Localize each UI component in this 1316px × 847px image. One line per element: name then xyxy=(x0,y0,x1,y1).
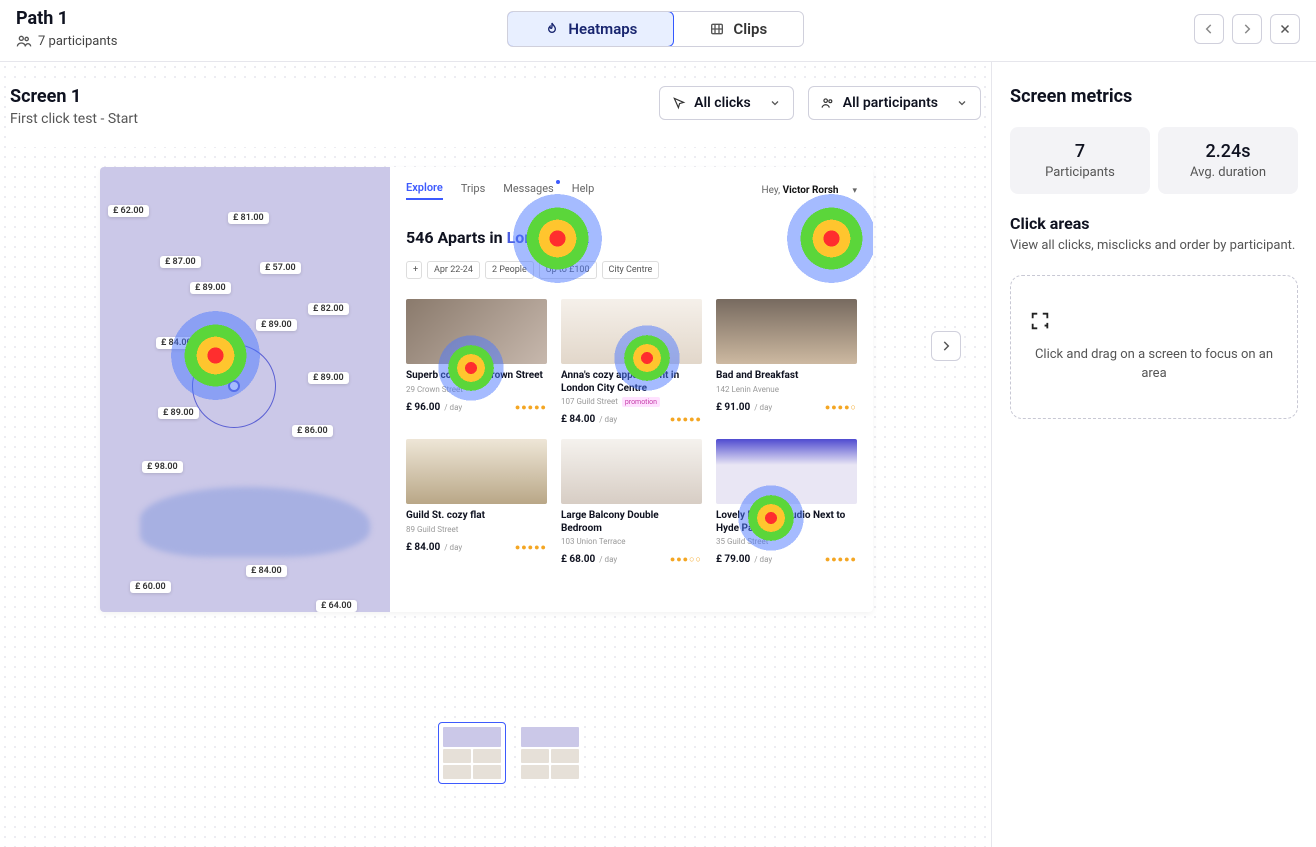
mock-pill: Up to £100 xyxy=(539,261,597,279)
drag-hint-box: Click and drag on a screen to focus on a… xyxy=(1010,275,1298,419)
screen-header: Screen 1 First click test - Start All cl… xyxy=(10,86,981,147)
map-price-chip: £ 99.00 xyxy=(268,507,309,519)
clicks-filter-label: All clicks xyxy=(694,95,751,111)
cursor-icon xyxy=(672,96,686,110)
map-price-chip: £ 89.00 xyxy=(308,372,349,384)
metric-label: Participants xyxy=(1016,165,1144,180)
thumbnail-2[interactable] xyxy=(516,722,584,784)
main-column: Screen 1 First click test - Start All cl… xyxy=(0,62,991,847)
clips-tab[interactable]: Clips xyxy=(673,12,803,46)
mock-card: Anna's cozy appartment in London City Ce… xyxy=(561,299,702,425)
heatmaps-label: Heatmaps xyxy=(568,20,637,38)
fire-icon xyxy=(544,21,560,37)
mock-card: Bad and Breakfast142 Lenin Avenue£ 91.00… xyxy=(716,299,857,425)
mock-map: £ 62.00 £ 81.00 £ 87.00 £ 57.00 £ 89.00 … xyxy=(100,167,390,612)
map-price-chip: £ 98.00 xyxy=(142,461,183,473)
chevron-down-icon xyxy=(769,97,781,109)
drag-hint-text: Click and drag on a screen to focus on a… xyxy=(1029,346,1279,384)
mock-card: Superb condo on Crown Street29 Crown Str… xyxy=(406,299,547,425)
mock-card: Lovely Double Studio Next to Hyde Park H… xyxy=(716,439,857,565)
mock-listing: Explore Trips Messages Help Hey, Victor … xyxy=(390,167,873,612)
map-price-chip: £ 82.00 xyxy=(308,303,349,315)
screen-subtitle: First click test - Start xyxy=(10,111,138,127)
map-price-chip: £ 86.00 xyxy=(292,425,333,437)
participants-line: 7 participants xyxy=(16,33,118,49)
metric-value: 7 xyxy=(1016,141,1144,162)
screen-thumbnails xyxy=(100,722,921,784)
map-price-chip: £ 64.00 xyxy=(316,600,357,612)
mock-nav-explore: Explore xyxy=(406,181,443,200)
metrics-title: Screen metrics xyxy=(1010,86,1298,107)
metric-participants: 7 Participants xyxy=(1010,127,1150,194)
chevron-down-icon: ▾ xyxy=(852,186,857,196)
fullscreen-plus-icon xyxy=(1029,310,1279,332)
screen-title: Screen 1 xyxy=(10,86,138,107)
screenshot-next-button[interactable] xyxy=(931,331,961,361)
metric-label: Avg. duration xyxy=(1164,165,1292,180)
participants-filter-dropdown[interactable]: All participants xyxy=(808,86,981,120)
mock-nav-messages: Messages xyxy=(503,182,553,199)
view-mode-toggle: Heatmaps Clips xyxy=(507,11,804,47)
metric-duration: 2.24s Avg. duration xyxy=(1158,127,1298,194)
participants-count: 7 participants xyxy=(38,34,118,49)
mock-nav-trips: Trips xyxy=(461,182,485,199)
mock-filters: + Apr 22-24 2 People Up to £100 City Cen… xyxy=(406,261,857,279)
mock-card: Large Balcony Double Bedroom103 Union Te… xyxy=(561,439,702,565)
mock-card: Guild St. cozy flat89 Guild Street£ 84.0… xyxy=(406,439,547,565)
mock-cards-grid: Superb condo on Crown Street29 Crown Str… xyxy=(406,299,857,565)
close-button[interactable] xyxy=(1270,14,1300,44)
mock-pill: + xyxy=(406,261,422,279)
map-price-chip: £ 81.00 xyxy=(228,212,269,224)
map-price-chip: £ 62.00 xyxy=(108,205,149,217)
metrics-row: 7 Participants 2.24s Avg. duration xyxy=(1010,127,1298,194)
mock-pill: City Centre xyxy=(602,261,660,279)
mock-pill: Apr 22-24 xyxy=(427,261,480,279)
mock-pill: 2 People xyxy=(485,261,534,279)
screenshot: £ 62.00 £ 81.00 £ 87.00 £ 57.00 £ 89.00 … xyxy=(100,167,873,612)
top-bar: Path 1 7 participants Heatmaps Clips xyxy=(0,0,1316,62)
next-button[interactable] xyxy=(1232,14,1262,44)
click-areas-desc: View all clicks, misclicks and order by … xyxy=(1010,237,1298,255)
sidebar: Screen metrics 7 Participants 2.24s Avg.… xyxy=(991,62,1316,847)
mock-welcome: Hey, Victor Rorsh▾ xyxy=(762,185,857,196)
map-price-chip: £ 57.00 xyxy=(260,262,301,274)
top-left: Path 1 7 participants xyxy=(16,8,118,49)
click-areas-title: Click areas xyxy=(1010,214,1298,233)
participants-filter-label: All participants xyxy=(843,95,938,111)
path-title: Path 1 xyxy=(16,8,118,29)
people-icon xyxy=(16,33,32,49)
map-price-chip: £ 84.00 xyxy=(156,337,197,349)
heatmaps-tab[interactable]: Heatmaps xyxy=(507,11,674,47)
thumbnail-1[interactable] xyxy=(438,722,506,784)
metric-value: 2.24s xyxy=(1164,141,1292,162)
map-price-chip: £ 89.00 xyxy=(190,282,231,294)
map-price-chip: £ 84.00 xyxy=(246,565,287,577)
map-price-chip: £ 87.00 xyxy=(160,256,201,268)
top-right-actions xyxy=(1194,14,1300,44)
clicks-filter-dropdown[interactable]: All clicks xyxy=(659,86,794,120)
prev-button[interactable] xyxy=(1194,14,1224,44)
people-icon xyxy=(821,96,835,110)
screenshot-area[interactable]: £ 62.00 £ 81.00 £ 87.00 £ 57.00 £ 89.00 … xyxy=(10,147,981,794)
map-price-chip: £ 89.00 xyxy=(158,407,199,419)
map-price-chip: £ 89.00 xyxy=(256,319,297,331)
mock-title: 546 Aparts in London, UK xyxy=(406,228,857,247)
mock-nav: Explore Trips Messages Help Hey, Victor … xyxy=(406,181,857,200)
clips-icon xyxy=(709,21,725,37)
chevron-down-icon xyxy=(956,97,968,109)
clips-label: Clips xyxy=(733,20,767,38)
mock-nav-help: Help xyxy=(572,182,595,199)
map-user-dot xyxy=(230,382,238,390)
screen-controls: All clicks All participants xyxy=(659,86,981,120)
click-areas-section: Click areas View all clicks, misclicks a… xyxy=(1010,214,1298,255)
map-price-chip: £ 60.00 xyxy=(130,581,171,593)
